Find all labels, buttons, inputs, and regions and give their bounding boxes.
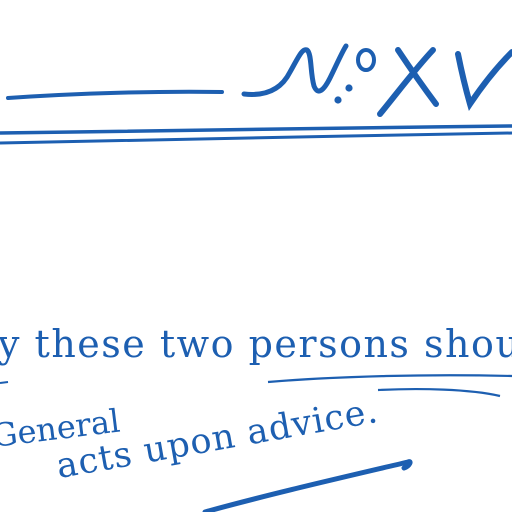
underline-persons-tail (377, 388, 501, 398)
handwritten-marks (0, 374, 512, 512)
underline-tick (0, 381, 9, 384)
underline-persons (267, 374, 512, 384)
underline-advice (202, 459, 413, 512)
